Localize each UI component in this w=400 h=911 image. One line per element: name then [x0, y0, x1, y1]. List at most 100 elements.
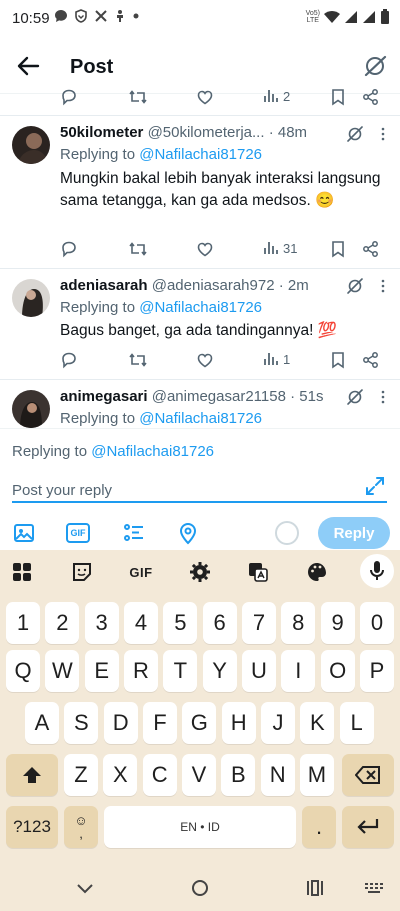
user-handle[interactable]: @50kilometerja... — [148, 124, 265, 141]
reply-tweet[interactable]: animegasari @animegasar21158 · 51s Reply… — [0, 380, 400, 428]
settings-gear-icon[interactable] — [188, 560, 212, 584]
avatar[interactable] — [12, 279, 50, 317]
poll-icon[interactable] — [122, 521, 146, 545]
replying-to-handle[interactable]: @Nafilachai81726 — [139, 410, 262, 427]
repost-button[interactable] — [128, 88, 148, 106]
theme-palette-icon[interactable] — [305, 560, 329, 584]
more-options-icon[interactable] — [380, 389, 386, 405]
more-options-icon[interactable] — [380, 278, 386, 294]
keyboard-switch-icon[interactable] — [363, 877, 385, 899]
views-button[interactable]: 2 — [263, 88, 290, 104]
reply-input[interactable] — [12, 479, 387, 503]
user-handle[interactable]: @animegasar21158 — [152, 388, 286, 405]
more-options-icon[interactable] — [380, 126, 386, 142]
number-key[interactable]: 8 — [281, 602, 316, 644]
reply-tweet[interactable]: 50kilometer @50kilometerja... · 48m Repl… — [0, 116, 400, 268]
number-key[interactable]: 5 — [163, 602, 198, 644]
space-bar[interactable]: EN • ID — [104, 806, 296, 848]
replying-to-handle[interactable]: @Nafilachai81726 — [139, 299, 262, 316]
display-name[interactable]: 50kilometer — [60, 124, 143, 141]
letter-key[interactable]: E — [84, 650, 119, 692]
letter-key[interactable]: C — [142, 754, 177, 796]
grok-icon[interactable] — [362, 53, 388, 79]
recent-apps-icon[interactable] — [304, 877, 326, 899]
number-key[interactable]: 0 — [359, 602, 394, 644]
number-key[interactable]: 7 — [241, 602, 276, 644]
expand-icon[interactable] — [364, 475, 386, 497]
avatar[interactable] — [12, 390, 50, 428]
apps-grid-icon[interactable] — [10, 560, 34, 584]
letter-key[interactable]: Z — [64, 754, 98, 796]
chevron-down-icon[interactable] — [74, 877, 96, 899]
letter-key[interactable]: F — [142, 702, 177, 744]
replying-to-handle[interactable]: @Nafilachai81726 — [139, 146, 262, 163]
repost-button[interactable] — [128, 240, 148, 258]
letter-key[interactable]: G — [182, 702, 217, 744]
symbols-key[interactable]: ?123 — [6, 806, 58, 848]
letter-key[interactable]: S — [64, 702, 99, 744]
keyboard-gif-button[interactable]: GIF — [126, 560, 156, 584]
back-arrow-icon[interactable] — [14, 52, 42, 80]
number-key[interactable]: 9 — [320, 602, 355, 644]
bookmark-button[interactable] — [330, 88, 346, 106]
number-key[interactable]: 3 — [84, 602, 119, 644]
home-circle-icon[interactable] — [189, 877, 211, 899]
display-name[interactable]: adeniasarah — [60, 277, 148, 294]
reply-tweet[interactable]: adeniasarah @adeniasarah972 · 2m Replyin… — [0, 269, 400, 379]
letter-key[interactable]: B — [221, 754, 256, 796]
avatar[interactable] — [12, 126, 50, 164]
emoji-key[interactable]: ☺, — [64, 806, 98, 848]
translate-icon[interactable] — [246, 560, 270, 584]
letter-key[interactable]: M — [299, 754, 334, 796]
like-button[interactable] — [196, 240, 214, 258]
share-button[interactable] — [362, 351, 380, 369]
letter-key[interactable]: U — [241, 650, 276, 692]
like-button[interactable] — [196, 88, 214, 106]
letter-key[interactable]: D — [103, 702, 138, 744]
letter-key[interactable]: Q — [6, 650, 40, 692]
number-key[interactable]: 4 — [123, 602, 158, 644]
letter-key[interactable]: X — [103, 754, 138, 796]
voice-input-button[interactable] — [360, 554, 394, 588]
letter-key[interactable]: K — [300, 702, 335, 744]
letter-key[interactable]: V — [181, 754, 216, 796]
user-handle[interactable]: @adeniasarah972 — [152, 277, 275, 294]
number-key[interactable]: 6 — [202, 602, 237, 644]
reply-button[interactable] — [60, 240, 78, 258]
location-icon[interactable] — [176, 521, 200, 545]
gif-icon[interactable]: GIF — [66, 523, 90, 543]
replying-to-handle[interactable]: @Nafilachai81726 — [91, 443, 214, 460]
letter-key[interactable]: N — [260, 754, 295, 796]
display-name[interactable]: animegasari — [60, 388, 148, 405]
enter-key[interactable] — [342, 806, 394, 848]
image-icon[interactable] — [12, 521, 36, 545]
backspace-key[interactable] — [342, 754, 394, 796]
letter-key[interactable]: R — [123, 650, 158, 692]
grok-icon[interactable] — [346, 277, 364, 295]
letter-key[interactable]: J — [260, 702, 295, 744]
letter-key[interactable]: A — [25, 702, 59, 744]
letter-key[interactable]: T — [163, 650, 198, 692]
period-key[interactable]: . — [302, 806, 336, 848]
number-key[interactable]: 2 — [45, 602, 80, 644]
shift-key[interactable] — [6, 754, 58, 796]
letter-key[interactable]: I — [281, 650, 316, 692]
letter-key[interactable]: Y — [202, 650, 237, 692]
bookmark-button[interactable] — [330, 351, 346, 369]
grok-icon[interactable] — [346, 125, 364, 143]
views-button[interactable]: 1 — [263, 351, 290, 367]
repost-button[interactable] — [128, 351, 148, 369]
share-button[interactable] — [362, 88, 380, 106]
letter-key[interactable]: H — [221, 702, 256, 744]
letter-key[interactable]: L — [339, 702, 374, 744]
letter-key[interactable]: W — [45, 650, 80, 692]
letter-key[interactable]: O — [320, 650, 355, 692]
letter-key[interactable]: P — [359, 650, 394, 692]
reply-button[interactable] — [60, 88, 78, 106]
bookmark-button[interactable] — [330, 240, 346, 258]
like-button[interactable] — [196, 351, 214, 369]
number-key[interactable]: 1 — [6, 602, 40, 644]
reply-button[interactable] — [60, 351, 78, 369]
views-button[interactable]: 31 — [263, 240, 297, 256]
sticker-icon[interactable] — [70, 560, 94, 584]
